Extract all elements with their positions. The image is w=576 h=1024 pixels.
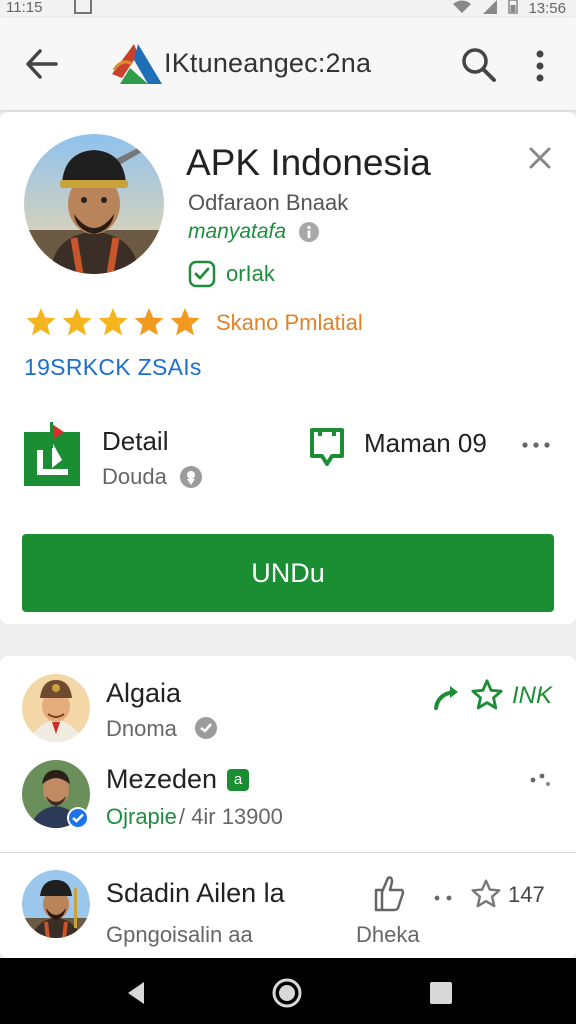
thumb-up-icon[interactable]	[370, 872, 406, 912]
reviewer-sub: Gpngoisalin aa	[106, 922, 253, 947]
detail-icon[interactable]	[22, 420, 82, 488]
status-badge: a	[227, 768, 250, 791]
reviews-card: Algaia Dnoma INK Mezeden a Ojrapie / 4ir…	[0, 656, 576, 958]
downloads-link[interactable]: 19SRKCK ZSAIs	[24, 354, 202, 381]
divider	[0, 852, 576, 853]
back-arrow-icon[interactable]	[22, 46, 62, 82]
app-category[interactable]: manyatafa	[188, 220, 286, 244]
app-title: APK Indonesia	[186, 142, 431, 183]
verified-icon	[66, 806, 90, 830]
install-button[interactable]: UNDu	[22, 534, 554, 612]
developer-name[interactable]: Odfaraon Bnaak	[188, 190, 348, 216]
review-count: 147	[508, 882, 545, 907]
more-horiz-icon[interactable]	[528, 770, 552, 786]
search-icon[interactable]	[460, 46, 498, 84]
star-icon	[98, 308, 128, 336]
star-icon	[170, 308, 200, 336]
detail-sub-label: Douda	[102, 464, 167, 489]
nav-home-icon[interactable]	[270, 976, 304, 1010]
signal-icon	[482, 0, 498, 18]
app-bar: IKtuneangec:2na	[0, 18, 576, 110]
star-icon	[26, 308, 56, 336]
system-nav-bar	[0, 958, 576, 1024]
reviewer-sub-grey: / 4ir 13900	[178, 804, 283, 829]
app-bar-title: IKtuneangec:2na	[164, 48, 372, 78]
share-icon[interactable]	[432, 682, 464, 712]
chat-icon[interactable]	[306, 424, 348, 470]
more-horiz-icon[interactable]	[520, 438, 552, 450]
check-circle-icon	[194, 716, 218, 740]
close-icon[interactable]	[524, 142, 556, 174]
info-icon[interactable]	[298, 221, 320, 243]
status-clock: 13:56	[528, 0, 566, 17]
status-bar: 11:15 13:56	[0, 0, 576, 18]
rating-label: Skano Pmlatial	[216, 310, 363, 335]
detail-label[interactable]: Detail	[102, 426, 168, 457]
verified-badge-icon	[188, 260, 216, 288]
app-avatar	[24, 134, 164, 274]
app-detail-card: APK Indonesia Odfaraon Bnaak manyatafa o…	[0, 112, 576, 624]
reviewer-name: Mezeden	[106, 764, 218, 794]
badge-label: orIak	[226, 261, 275, 286]
battery-icon	[508, 0, 519, 18]
star-icon	[134, 308, 164, 336]
avatar[interactable]	[22, 674, 90, 742]
wifi-icon	[452, 0, 472, 18]
reviewer-name: Algaia	[106, 678, 182, 708]
status-time: 11:15	[6, 0, 43, 16]
image-icon	[74, 0, 92, 14]
nav-back-icon[interactable]	[120, 976, 154, 1010]
reviewer-name: Sdadin Ailen la	[106, 878, 285, 908]
location-icon	[179, 465, 203, 489]
star-outline-icon[interactable]	[470, 678, 504, 712]
app-logo	[108, 40, 166, 88]
star-outline-icon[interactable]	[470, 878, 502, 910]
review-action-label[interactable]: INK	[512, 682, 552, 710]
nav-recents-icon[interactable]	[424, 976, 458, 1010]
more-horiz-icon[interactable]	[432, 890, 456, 901]
star-icon	[62, 308, 92, 336]
reviewer-sub: Dnoma	[106, 716, 177, 741]
avatar[interactable]	[22, 870, 90, 938]
maman-label[interactable]: Maman 09	[364, 428, 487, 459]
reviewer-sub-green: Ojrapie	[106, 804, 177, 829]
rating-stars	[24, 306, 202, 338]
thumb-up-label[interactable]: Dheka	[356, 922, 420, 948]
overflow-menu-icon[interactable]	[528, 46, 552, 86]
